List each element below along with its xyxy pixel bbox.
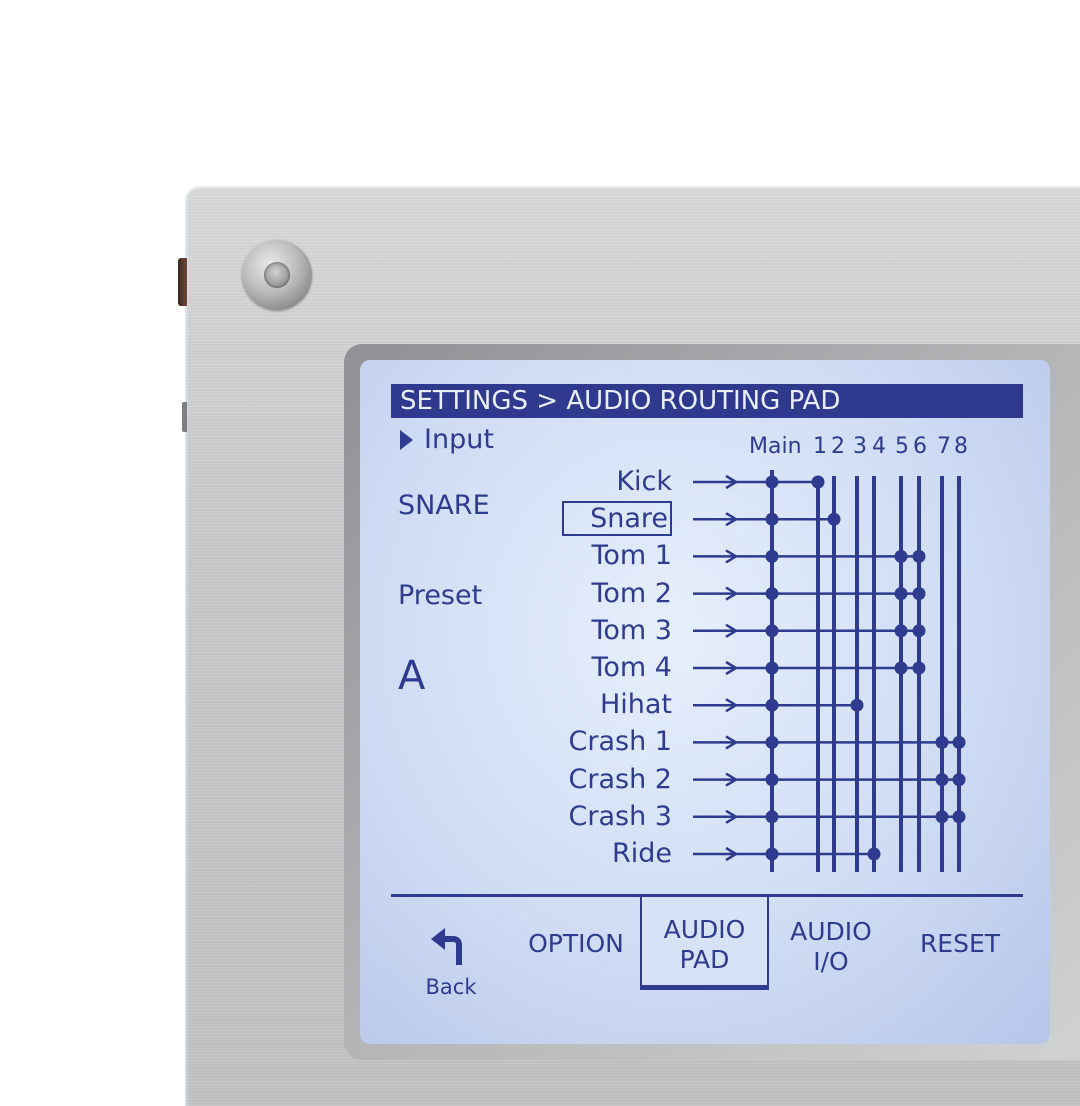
route-node-7[interactable] [935, 810, 949, 824]
channel-arrow-icon [693, 512, 739, 527]
route-node-8[interactable] [952, 735, 966, 749]
route-node-6[interactable] [912, 587, 926, 601]
panel-screw [242, 240, 312, 310]
reset-label: RESET [919, 929, 1001, 958]
channel-arrow-icon [693, 474, 739, 490]
route-node-main[interactable] [765, 624, 779, 638]
side-knob[interactable] [178, 258, 187, 306]
route-node-main[interactable] [765, 475, 779, 489]
route-node-8[interactable] [952, 773, 966, 787]
route-node-7[interactable] [935, 773, 949, 787]
channel-arrow-icon [693, 809, 739, 824]
route-node-main[interactable] [765, 735, 779, 749]
audio-pad-label-line1: AUDIO [663, 915, 746, 944]
lcd-screen: SETTINGS > AUDIO ROUTING PAD Input SNARE… [360, 360, 1050, 1044]
route-node-1[interactable] [811, 475, 825, 489]
option-label: OPTION [528, 929, 624, 958]
channel-arrow-icon [693, 846, 739, 862]
channel-arrow-icon [693, 586, 739, 601]
route-node-main[interactable] [765, 773, 779, 787]
channel-arrow-icon [693, 772, 739, 787]
audio-io-label-line2: I/O [813, 947, 849, 976]
back-label: Back [425, 975, 477, 999]
route-node-main[interactable] [765, 847, 779, 861]
tab-audio-io[interactable]: AUDIO I/O [768, 897, 894, 997]
audio-pad-label-line2: PAD [679, 945, 730, 974]
route-node-main[interactable] [765, 810, 779, 824]
option-button[interactable]: OPTION [513, 897, 639, 997]
route-node-7[interactable] [935, 735, 949, 749]
back-arrow-icon [431, 928, 462, 965]
channel-arrow-icon [693, 698, 739, 713]
side-slot [182, 402, 187, 432]
route-node-main[interactable] [765, 661, 779, 675]
route-node-main[interactable] [765, 512, 779, 526]
route-node-main[interactable] [765, 549, 779, 563]
route-node-6[interactable] [912, 624, 926, 638]
back-button[interactable]: Back [391, 897, 511, 999]
route-node-6[interactable] [912, 661, 926, 675]
channel-arrow-icon [693, 623, 739, 638]
route-node-5[interactable] [894, 587, 908, 601]
route-node-main[interactable] [765, 587, 779, 601]
audio-io-label-line1: AUDIO [790, 917, 872, 946]
route-node-8[interactable] [952, 810, 966, 824]
route-node-5[interactable] [894, 549, 908, 563]
route-node-5[interactable] [894, 661, 908, 675]
route-node-main[interactable] [765, 698, 779, 712]
route-node-4[interactable] [867, 847, 881, 861]
route-node-5[interactable] [894, 624, 908, 638]
route-node-3[interactable] [850, 698, 864, 712]
route-node-6[interactable] [912, 549, 926, 563]
channel-arrow-icon [693, 660, 739, 676]
reset-button[interactable]: RESET [896, 897, 1024, 997]
route-node-2[interactable] [827, 512, 841, 526]
channel-arrow-icon [693, 735, 739, 750]
tab-audio-pad[interactable]: AUDIO PAD [640, 897, 769, 990]
channel-arrow-icon [693, 549, 739, 564]
